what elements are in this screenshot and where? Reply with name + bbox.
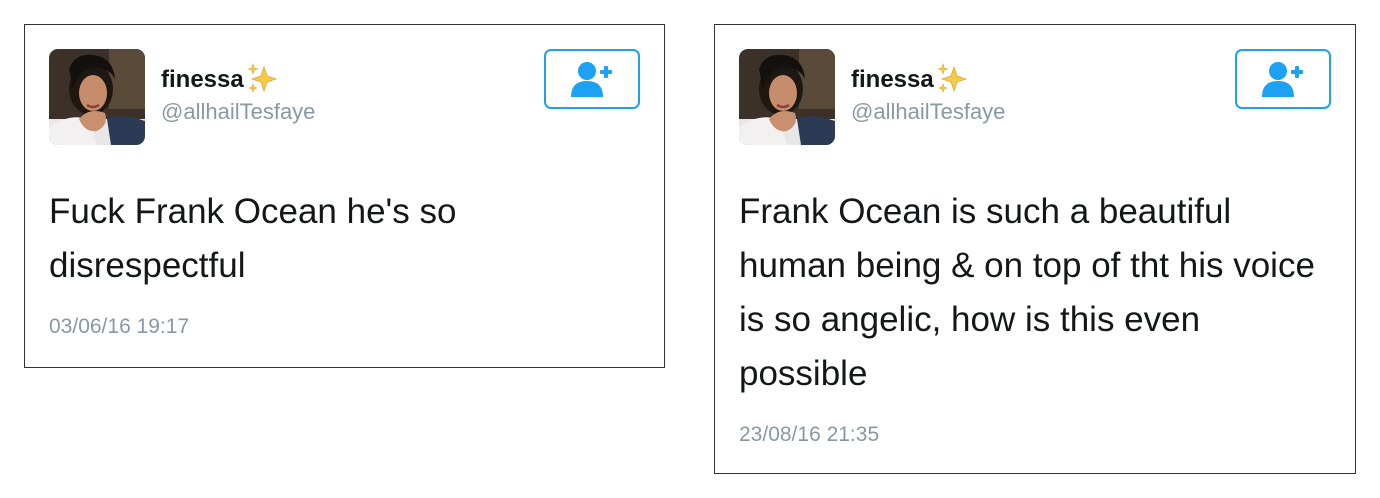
profile-photo — [739, 49, 835, 145]
user-handle[interactable]: @allhailTesfaye — [851, 98, 1005, 126]
tweet-text: Fuck Frank Ocean he's so disrespectful — [49, 192, 457, 285]
avatar[interactable] — [49, 49, 145, 145]
avatar[interactable] — [739, 49, 835, 145]
display-name[interactable]: finessa — [851, 65, 934, 95]
tweet-timestamp[interactable]: 23/08/16 21:35 — [739, 422, 879, 448]
tweet-timestamp[interactable]: 03/06/16 19:17 — [49, 314, 189, 340]
display-name-row[interactable]: finessa — [161, 65, 280, 95]
follow-user-plus-icon — [570, 60, 614, 98]
follow-button[interactable] — [544, 49, 640, 109]
user-handle[interactable]: @allhailTesfaye — [161, 98, 315, 126]
follow-button[interactable] — [1235, 49, 1331, 109]
tweet-text: Frank Ocean is such a beautiful human be… — [739, 192, 1315, 393]
tweet-card: finessa @allhailTesfaye Frank Ocean is s… — [714, 24, 1356, 474]
tweet-card: finessa @allhailTesfaye Fuck Frank Ocean… — [24, 24, 665, 368]
display-name[interactable]: finessa — [161, 65, 244, 95]
display-name-row[interactable]: finessa — [851, 65, 970, 95]
follow-user-plus-icon — [1261, 60, 1305, 98]
profile-photo — [49, 49, 145, 145]
sparkles-icon — [936, 63, 970, 95]
sparkles-icon — [246, 63, 280, 95]
